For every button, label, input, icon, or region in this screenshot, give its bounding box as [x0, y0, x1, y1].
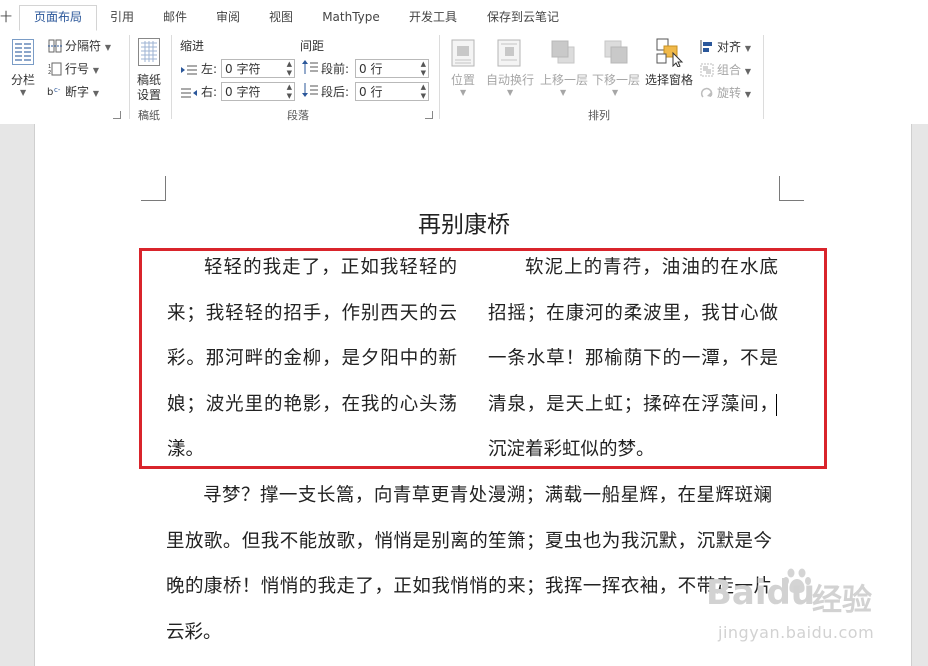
page-setup-launcher-icon[interactable] — [113, 111, 121, 119]
breaks-button[interactable]: 分隔符 ▼ — [65, 37, 111, 54]
highlight-box — [139, 248, 827, 469]
selection-pane-icon — [655, 37, 685, 71]
spacing-before-label: 段前: — [321, 62, 350, 76]
tab-developer[interactable]: 开发工具 — [400, 6, 466, 30]
spacing-after-label: 段后: — [321, 85, 350, 99]
watermark-brand: Baidu — [706, 573, 816, 613]
bring-forward-caret-icon[interactable]: ▼ — [560, 88, 566, 97]
spacing-before-input[interactable]: 0 行 ▲ ▼ — [355, 59, 429, 78]
document-title[interactable]: 再别康桥 — [0, 205, 928, 239]
group-separator — [171, 35, 172, 119]
text-cursor — [776, 394, 777, 416]
wrap-text-icon — [497, 39, 521, 71]
group-label-manuscript: 稿纸 — [138, 109, 160, 122]
watermark-cn: 经验 — [812, 583, 872, 618]
breaks-icon — [48, 38, 62, 57]
tab-view[interactable]: 视图 — [262, 6, 300, 30]
manuscript-icon[interactable] — [137, 37, 161, 71]
group-separator — [439, 35, 440, 119]
hyphenation-icon: b c- — [47, 83, 63, 102]
body-paragraph[interactable]: 寻梦？撑一支长篙，向青草更青处漫溯；满载一船星辉，在星辉斑斓里放歌。但我不能放歌… — [166, 473, 772, 655]
columns-button[interactable]: 分栏 — [11, 71, 35, 88]
bring-forward-icon — [550, 39, 576, 69]
spin-arrows-icon: ▲ ▼ — [420, 83, 426, 100]
send-backward-caret-icon[interactable]: ▼ — [612, 88, 618, 97]
baidu-jingyan-watermark: Baidu 经验 jingyan.baidu.com — [700, 565, 910, 655]
position-caret-icon[interactable]: ▼ — [460, 88, 466, 97]
group-separator — [129, 35, 130, 119]
spin-arrows-icon: ▲ ▼ — [286, 60, 292, 77]
tab-previous-partial[interactable]: 十 — [0, 6, 12, 30]
columns-icon[interactable] — [12, 39, 34, 69]
indent-left-icon — [181, 61, 197, 80]
tab-save-to-cloud-notes[interactable]: 保存到云笔记 — [480, 6, 566, 30]
align-icon — [700, 39, 714, 58]
svg-text:c-: c- — [54, 86, 61, 94]
wrap-text-button[interactable]: 自动换行 — [486, 71, 534, 88]
ribbon-tabs: 十 页面布局 引用 邮件 审阅 视图 MathType 开发工具 保存到云笔记 — [0, 0, 928, 32]
spin-arrows-icon: ▲ ▼ — [286, 83, 292, 100]
rotate-button[interactable]: 旋转 ▼ — [717, 84, 751, 101]
tab-page-layout[interactable]: 页面布局 — [19, 5, 97, 31]
indent-header: 缩进 — [180, 39, 205, 53]
watermark-url: jingyan.baidu.com — [718, 623, 875, 642]
tab-mailings[interactable]: 邮件 — [156, 6, 194, 30]
selection-pane-button[interactable]: 选择窗格 — [645, 71, 693, 88]
group-separator — [763, 35, 764, 119]
wrap-text-caret-icon[interactable]: ▼ — [507, 88, 513, 97]
paragraph-launcher-icon[interactable] — [425, 111, 433, 119]
position-button[interactable]: 位置 — [451, 71, 475, 88]
crop-mark-top-right — [779, 176, 804, 201]
group-label-paragraph: 段落 — [287, 109, 309, 122]
spacing-after-input[interactable]: 0 行 ▲ ▼ — [355, 82, 429, 101]
svg-text:2: 2 — [48, 70, 51, 76]
tab-references[interactable]: 引用 — [103, 6, 141, 30]
svg-text:b: b — [47, 87, 53, 98]
spin-arrows-icon: ▲ ▼ — [420, 60, 426, 77]
crop-mark-top-left — [141, 176, 166, 201]
send-backward-button[interactable]: 下移一层 — [592, 71, 640, 88]
send-backward-icon — [603, 39, 629, 69]
indent-right-input[interactable]: 0 字符 ▲ ▼ — [221, 82, 295, 101]
group-icon — [700, 62, 714, 81]
manuscript-settings-label-2[interactable]: 设置 — [137, 86, 161, 103]
line-numbers-button[interactable]: 行号 ▼ — [65, 60, 99, 77]
indent-right-icon — [181, 84, 197, 103]
bring-forward-button[interactable]: 上移一层 — [540, 71, 588, 88]
indent-right-label: 右: — [201, 85, 218, 99]
tab-mathtype[interactable]: MathType — [315, 6, 387, 30]
spacing-before-icon — [302, 59, 318, 79]
ribbon: 分栏 ▼ 分隔符 ▼ 12 行号 ▼ b c- 断字 ▼ 稿纸 设置 稿纸 缩进 … — [0, 31, 928, 125]
hyphenation-button[interactable]: 断字 ▼ — [65, 83, 99, 100]
position-icon — [451, 39, 475, 71]
spacing-header: 间距 — [300, 39, 325, 53]
indent-left-label: 左: — [201, 62, 218, 76]
tab-review[interactable]: 审阅 — [209, 6, 247, 30]
align-button[interactable]: 对齐 ▼ — [717, 38, 751, 55]
columns-caret-icon[interactable]: ▼ — [20, 88, 26, 97]
spacing-after-icon — [302, 82, 318, 102]
group-label-arrange: 排列 — [588, 109, 610, 122]
group-button[interactable]: 组合 ▼ — [717, 61, 751, 78]
rotate-icon — [700, 85, 714, 104]
indent-left-input[interactable]: 0 字符 ▲ ▼ — [221, 59, 295, 78]
line-numbers-icon: 12 — [48, 61, 62, 80]
